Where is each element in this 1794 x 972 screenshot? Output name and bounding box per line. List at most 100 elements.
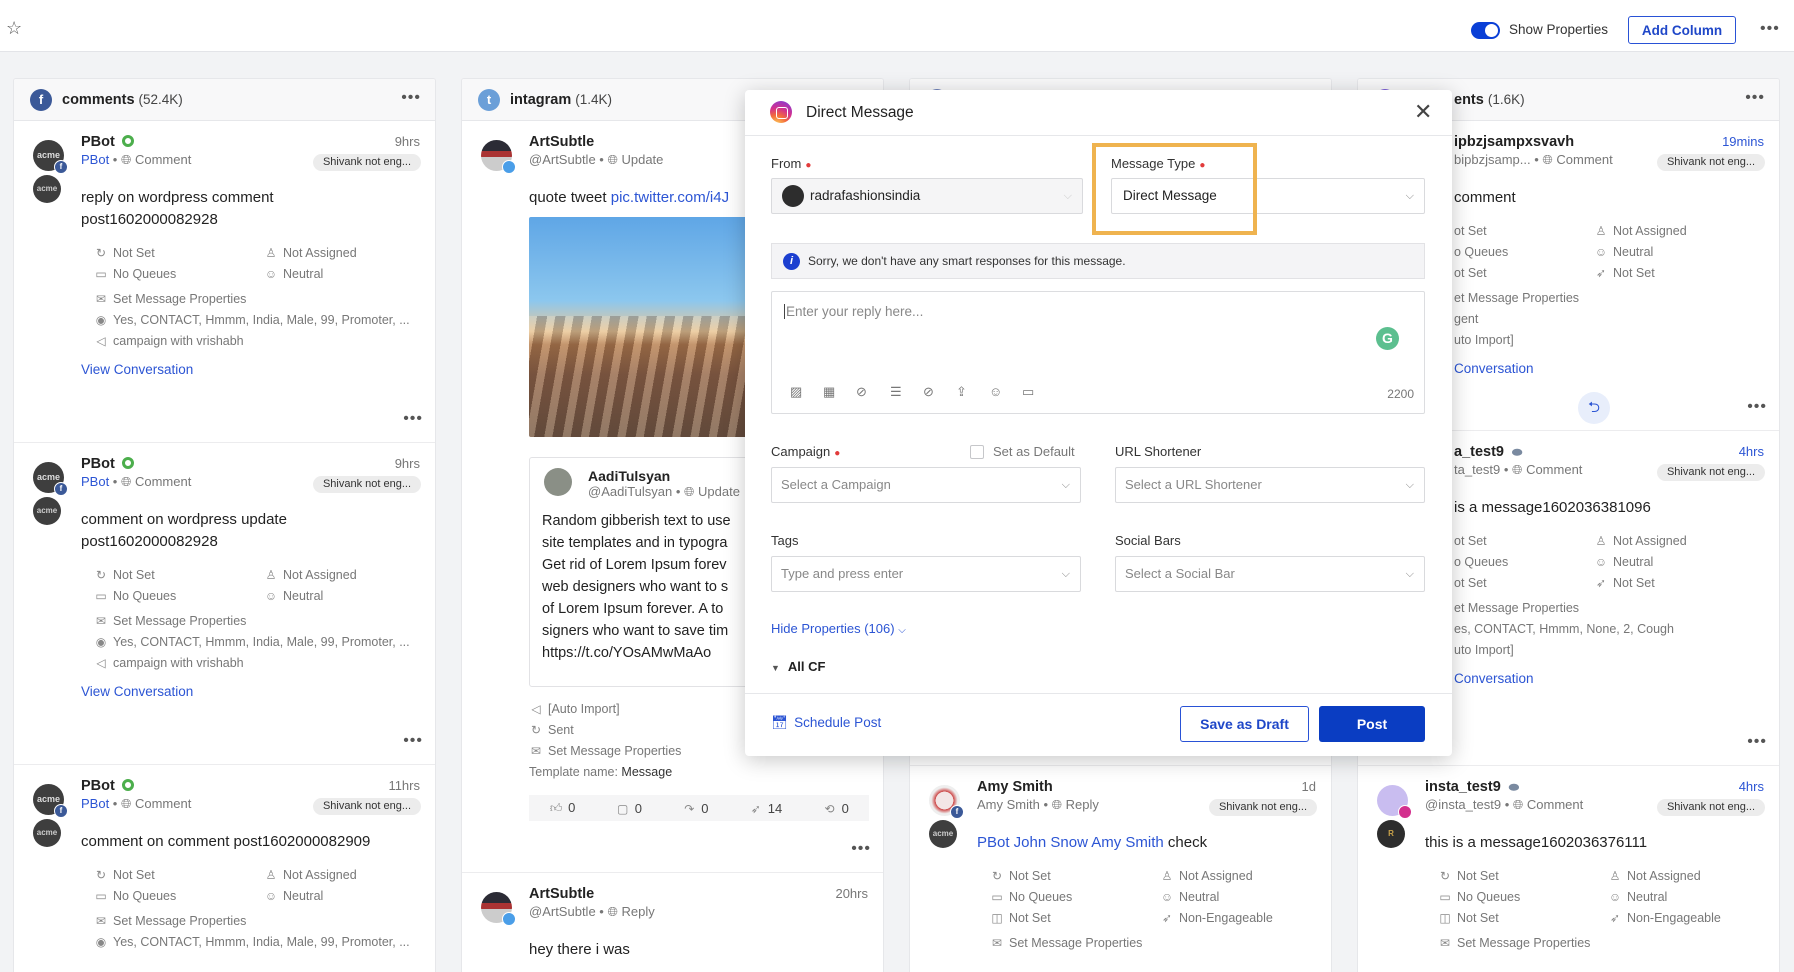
property-queue[interactable]: o Queues [1454,244,1594,261]
property-engagement[interactable]: ➶ Non-Engageable [1160,910,1330,927]
property-sentiment[interactable]: ☺ Neutral [1608,889,1778,906]
view-conversation-link[interactable]: View Conversation [81,684,193,699]
engagement-tag[interactable]: Shivank not eng... [1656,799,1765,816]
detail-line[interactable]: uto Import] [1454,640,1764,661]
card-more-icon[interactable]: ••• [1747,398,1767,416]
property-priority[interactable]: ◫ Not Set [1438,910,1608,927]
stat-engagement[interactable]: ➶ 14 [749,801,783,816]
detail-line[interactable]: ✉ Set Message Properties [94,911,434,932]
property-queue[interactable]: ▭ No Queues [1438,889,1608,906]
detail-line[interactable]: Template name: Message [529,762,869,783]
message-card[interactable]: ArtSubtle @ArtSubtle • 🌐︎ Reply 20hrs hey t… [462,873,883,972]
property-priority[interactable]: ◫ Not Set [990,910,1160,927]
detail-line[interactable]: ◉ Yes, CONTACT, Hmmm, India, Male, 99, Pr… [94,932,434,953]
property-queue[interactable]: ▭ No Queues [94,888,264,905]
reply-textarea[interactable]: Enter your reply here... G ▨ ▦ ⊘ ☰ ⊘ ⇪ ☺ ▭ 2200 [771,291,1425,414]
grammarly-icon[interactable]: G [1376,327,1399,350]
card-more-icon[interactable]: ••• [403,732,423,750]
tags-input[interactable]: Type and press enter ⌵ [771,556,1081,592]
property-status[interactable]: ↻ Not Set [1438,868,1608,885]
author-name[interactable]: PBot [81,134,134,150]
property-engagement[interactable]: ➶ Not Set [1594,575,1764,592]
more-options-icon[interactable]: ••• [1760,20,1780,38]
author-name[interactable]: ipbzjsampxsvavh [1454,134,1574,150]
engagement-tag[interactable]: Shivank not eng... [1656,464,1765,481]
all-cf-toggle[interactable]: ▼ All CF [771,659,825,674]
card-more-icon[interactable]: ••• [851,840,871,858]
author-name[interactable]: ArtSubtle [529,886,594,902]
hide-properties-link[interactable]: Hide Properties (106) ⌵ [771,621,906,636]
detail-line[interactable]: ◉ Yes, CONTACT, Hmmm, India, Male, 99, Pr… [94,632,434,653]
property-engagement[interactable]: ➶ Non-Engageable [1608,910,1778,927]
property-queue[interactable]: ▭ No Queues [94,588,264,605]
message-card[interactable]: acme f PBot PBot • 🌐︎ Comment 9hrs Shivank no… [14,443,435,765]
message-link[interactable]: pic.twitter.com/i4J [611,189,729,206]
property-queue[interactable]: o Queues [1454,554,1594,571]
property-status[interactable]: ↻ Not Set [990,868,1160,885]
close-icon[interactable]: ✕ [1414,99,1432,125]
author-name[interactable]: Amy Smith [977,779,1053,795]
card-more-icon[interactable]: ••• [1747,733,1767,751]
message-card[interactable]: acme f PBot PBot • 🌐︎ Comment 9hrs Shivank no… [14,121,435,443]
detail-line[interactable]: ✉ Set Message Properties [94,289,434,310]
engagement-tag[interactable]: Shivank not eng... [1656,154,1765,171]
property-status[interactable]: ↻ Not Set [94,867,264,884]
social-bar-select[interactable]: Select a Social Bar ⌵ [1115,556,1425,592]
author-handle[interactable]: PBot [81,152,109,167]
attachment-icon[interactable]: ⊘ [923,384,934,400]
stat-share[interactable]: ↷ 0 [682,801,708,816]
detail-line[interactable]: ✉ Set Message Properties [94,611,434,632]
property-engagement[interactable]: ➶ Not Set [1594,265,1764,282]
detail-line[interactable]: es, CONTACT, Hmmm, None, 2, Cough [1454,619,1764,640]
message-card[interactable]: f Amy Smith Amy Smith • 🌐︎ Reply 1d Shivank … [910,766,1331,972]
property-sentiment[interactable]: ☺ Neutral [1160,889,1330,906]
save-as-draft-button[interactable]: Save as Draft [1180,706,1309,742]
author-name[interactable]: insta_test9 ⬬ [1425,779,1519,795]
property-status[interactable]: ot Set [1454,223,1594,240]
view-conversation-link[interactable]: Conversation [1454,671,1534,686]
property-assignee[interactable]: ♙ Not Assigned [1594,533,1764,550]
stat-like[interactable]: 👍︎ 0 [549,800,576,816]
engagement-tag[interactable]: Shivank not eng... [312,154,421,171]
author-name[interactable]: PBot [81,778,134,794]
detail-line[interactable]: uto Import] [1454,330,1764,351]
set-as-default-checkbox[interactable] [970,445,984,459]
image-icon[interactable]: ▨ [790,384,802,400]
property-status[interactable]: ↻ Not Set [94,567,264,584]
media-library-icon[interactable]: ▦ [823,384,835,400]
property-sentiment[interactable]: ☺ Neutral [1594,244,1764,261]
detail-line[interactable]: ◉ Yes, CONTACT, Hmmm, India, Male, 99, Pr… [94,310,434,331]
author-name[interactable]: PBot [81,456,134,472]
detail-line[interactable]: ◁ campaign with vrishabh [94,653,434,674]
upload-icon[interactable]: ⇪ [956,384,967,400]
author-handle[interactable]: PBot [81,796,109,811]
view-conversation-link[interactable]: View Conversation [81,362,193,377]
column-more-icon[interactable]: ••• [1745,89,1765,107]
from-select[interactable]: radrafashionsindia ⌵ [771,178,1083,214]
template-icon[interactable]: ☰ [890,384,902,400]
stat-retweet[interactable]: ⟲ 0 [823,801,849,816]
property-sentiment[interactable]: ☺ Neutral [264,588,434,605]
star-icon[interactable]: ☆ [6,18,22,39]
engagement-tag[interactable]: Shivank not eng... [312,476,421,493]
campaign-select[interactable]: Select a Campaign ⌵ [771,467,1081,503]
url-shortener-select[interactable]: Select a URL Shortener ⌵ [1115,467,1425,503]
show-properties-toggle[interactable] [1471,22,1500,39]
property-priority[interactable]: ot Set [1454,575,1594,592]
message-link[interactable]: PBot John Snow Amy Smith [977,834,1164,851]
link-icon[interactable]: ⊘ [856,384,867,400]
author-name[interactable]: ArtSubtle [529,134,594,150]
card-more-icon[interactable]: ••• [403,410,423,428]
property-priority[interactable]: ot Set [1454,265,1594,282]
property-assignee[interactable]: ♙ Not Assigned [1608,868,1778,885]
detail-line[interactable]: et Message Properties [1454,288,1764,309]
emoji-icon[interactable]: ☺ [989,384,1002,399]
detail-line[interactable]: gent [1454,309,1764,330]
property-queue[interactable]: ▭ No Queues [990,889,1160,906]
engagement-tag[interactable]: Shivank not eng... [1208,799,1317,816]
detail-line[interactable]: et Message Properties [1454,598,1764,619]
property-assignee[interactable]: ♙ Not Assigned [1160,868,1330,885]
engagement-tag[interactable]: Shivank not eng... [312,798,421,815]
gif-icon[interactable]: ▭ [1022,384,1034,400]
schedule-post-button[interactable]: 📅︎ Schedule Post [771,715,881,731]
